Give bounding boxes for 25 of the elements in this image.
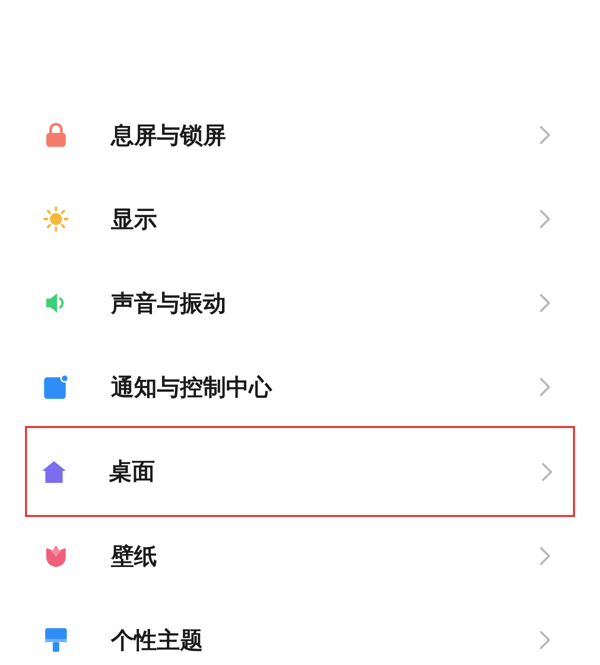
- settings-label: 桌面: [109, 457, 156, 486]
- settings-label: 声音与振动: [111, 288, 227, 318]
- settings-row[interactable]: 息屏与锁屏: [25, 93, 575, 177]
- paint-brush-icon: [43, 627, 69, 653]
- settings-row[interactable]: 显示: [25, 177, 575, 261]
- highlighted-settings-row[interactable]: 桌面: [25, 426, 575, 517]
- chevron-right-icon: [539, 546, 551, 566]
- sun-icon: [43, 206, 69, 232]
- settings-row[interactable]: 声音与振动: [25, 261, 575, 345]
- notification-icon: [43, 374, 69, 400]
- house-icon: [41, 458, 67, 484]
- chevron-right-icon: [539, 377, 551, 397]
- settings-label: 壁纸: [111, 542, 158, 571]
- chevron-right-icon: [541, 462, 553, 482]
- settings-label: 显示: [111, 204, 158, 234]
- settings-row[interactable]: 通知与控制中心: [25, 345, 575, 429]
- chevron-right-icon: [539, 209, 551, 229]
- chevron-right-icon: [539, 125, 551, 145]
- settings-row[interactable]: 个性主题: [25, 598, 575, 665]
- settings-label: 个性主题: [111, 626, 204, 655]
- settings-row[interactable]: 壁纸: [25, 514, 575, 598]
- settings-label: 通知与控制中心: [111, 372, 274, 402]
- settings-label: 息屏与锁屏: [111, 120, 227, 150]
- chevron-right-icon: [539, 293, 551, 313]
- chevron-right-icon: [539, 630, 551, 650]
